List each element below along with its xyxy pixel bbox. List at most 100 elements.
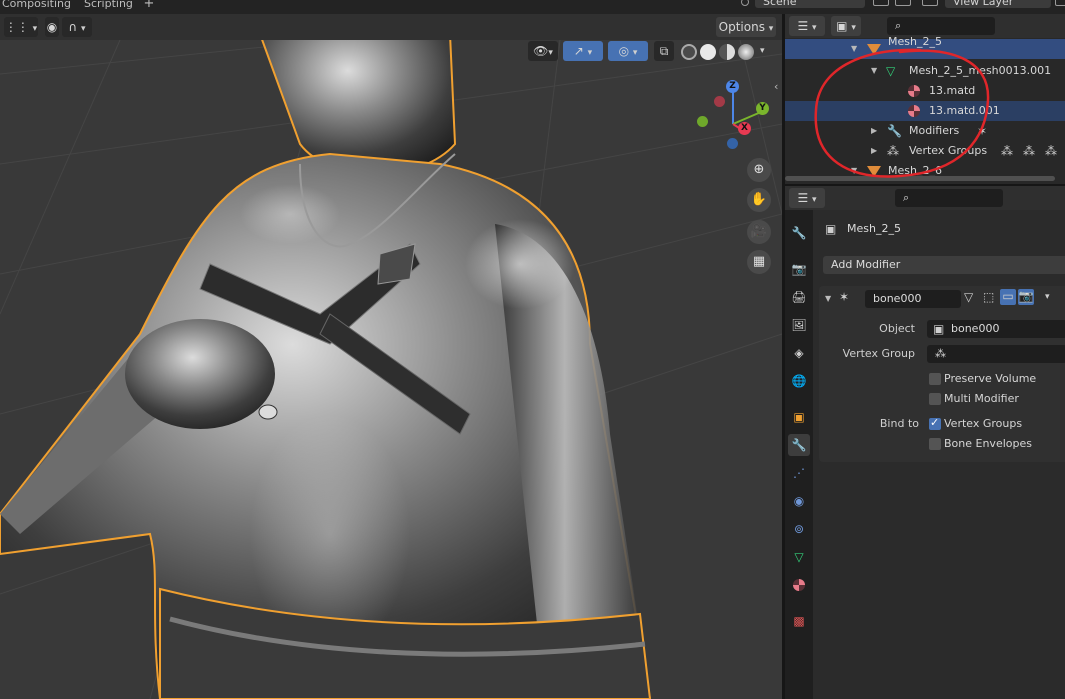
material-tab-icon[interactable]	[788, 574, 810, 596]
properties-tabs: 🔧 📷 🖨 🖼 ◈ 🌐 ▣ 🔧 ⋰ ◉ ⊚ ▽ ▩	[785, 210, 813, 699]
shading-chevron-icon[interactable]: ▾	[760, 46, 765, 56]
show-render-icon[interactable]: 📷	[1018, 289, 1034, 305]
outliner-row-modifiers[interactable]: ▶ 🔧 Modifiers ✶	[785, 121, 1065, 141]
falloff-curve-icon: ∩	[68, 20, 78, 34]
preserve-volume-checkbox[interactable]	[929, 373, 941, 385]
workspace-bar: Compositing Scripting + Scene View Layer	[0, 0, 1065, 14]
add-workspace-button[interactable]: +	[140, 0, 158, 11]
hand-pan-icon[interactable]: ✋	[747, 188, 771, 212]
select-mode-icon: ⋮⋮	[4, 20, 29, 34]
armature-bone-icon: ✶	[839, 290, 850, 304]
object-tab-icon[interactable]: ▣	[788, 406, 810, 428]
area-divider-horizontal[interactable]	[785, 184, 1065, 186]
bone-envelopes-checkbox[interactable]	[929, 438, 941, 450]
modifier-menu-chevron-icon[interactable]: ▾	[1045, 292, 1050, 302]
outliner-row-label: Modifiers	[909, 124, 960, 137]
vertex-group-icon: ⁂	[935, 347, 946, 360]
modifier-name-field[interactable]: bone000	[865, 290, 961, 308]
collapse-triangle-icon[interactable]: ▼	[851, 39, 857, 59]
collapse-triangle-icon[interactable]: ▼	[871, 61, 877, 81]
expand-triangle-icon[interactable]: ▶	[871, 141, 877, 161]
filter-icon[interactable]	[1055, 0, 1065, 6]
zoom-icon[interactable]: ⊕	[747, 158, 771, 182]
material-preview-icon[interactable]	[719, 44, 735, 60]
xray-toggle[interactable]: ⧉	[654, 41, 674, 61]
view-layer-field[interactable]: View Layer	[945, 0, 1051, 8]
gizmo-x-axis[interactable]: X	[738, 122, 751, 135]
mesh-data-tab-icon[interactable]: ▽	[788, 546, 810, 568]
outliner-row-label: Mesh_2_5	[888, 35, 942, 48]
render-tab-icon[interactable]: 📷	[788, 258, 810, 280]
grid-perspective-icon[interactable]: ▦	[747, 250, 771, 274]
multi-modifier-label: Multi Modifier	[944, 392, 1019, 405]
tab-compositing[interactable]: Compositing	[0, 0, 77, 11]
3d-viewport[interactable]: ⋮⋮ ▾ ◉ ∩ ▾ Options ▾ 👁▾ ↗ ▾ ◎ ▾ ⧉ ▾ ‹ Z …	[0, 14, 782, 699]
physics-tab-icon[interactable]: ◉	[788, 490, 810, 512]
options-label: Options	[718, 20, 765, 34]
overlay-toggle[interactable]: ◎ ▾	[608, 41, 648, 61]
vertex-groups-checkbox[interactable]	[929, 416, 941, 430]
area-divider-vertical[interactable]	[782, 14, 785, 699]
gizmo-y-axis[interactable]: Y	[756, 102, 769, 115]
gizmo-neg-x[interactable]	[714, 96, 725, 107]
world-tab-icon[interactable]: 🌐	[788, 370, 810, 392]
edit-mode-cage-icon[interactable]: ▽	[964, 290, 973, 304]
particles-tab-icon[interactable]: ⋰	[788, 462, 810, 484]
sidebar-toggle-chevron-icon[interactable]: ‹	[774, 80, 778, 93]
tool-tab-icon[interactable]: 🔧	[788, 222, 810, 244]
gizmo-neg-z[interactable]	[727, 138, 738, 149]
chevron-down-icon: ▾	[768, 24, 774, 34]
output-tab-icon[interactable]: 🖨	[788, 286, 810, 308]
outliner-row-material-selected[interactable]: 13.matd.001	[785, 101, 1065, 121]
gizmo-neg-y[interactable]	[697, 116, 708, 127]
falloff-button[interactable]: ∩ ▾	[62, 17, 92, 37]
outliner-row-label: Mesh_2_5_mesh0013.001	[909, 64, 1052, 77]
gizmo-toggle[interactable]: ↗ ▾	[563, 41, 603, 61]
outliner-row-vertex-groups[interactable]: ▶ ⁂ Vertex Groups ⁂ ⁂ ⁂	[785, 141, 1065, 161]
display-mode-button[interactable]: ☰ ▾	[789, 16, 825, 36]
gizmo-z-axis[interactable]: Z	[726, 80, 739, 93]
add-modifier-button[interactable]: Add Modifier	[823, 256, 1065, 274]
modifier-tab-icon[interactable]: 🔧	[788, 434, 810, 456]
on-cage-icon[interactable]: ⬚	[983, 290, 994, 304]
outliner-row-object[interactable]: ▼ Mesh_2_5	[785, 35, 1065, 59]
vertex-group-field[interactable]: ⁂	[927, 345, 1065, 363]
object-label: Object	[879, 322, 915, 335]
outliner-scrollbar[interactable]	[785, 176, 1055, 181]
view-layer-tab-icon[interactable]: 🖼	[788, 314, 810, 336]
chevron-down-icon: ▾	[812, 195, 817, 205]
camera-icon[interactable]: 🎥	[747, 220, 771, 244]
editor-type-button[interactable]: ⋮⋮ ▾	[4, 17, 38, 37]
properties-editor-button[interactable]: ☰ ▾	[789, 188, 825, 208]
object-square-icon: ▣	[933, 322, 945, 336]
scene-field[interactable]: Scene	[755, 0, 865, 8]
constraints-tab-icon[interactable]: ⊚	[788, 518, 810, 540]
multi-modifier-checkbox[interactable]	[929, 393, 941, 405]
texture-tab-icon[interactable]: ▩	[788, 610, 810, 632]
character-mesh[interactable]	[0, 14, 652, 699]
viewport-header: ⋮⋮ ▾ ◉ ∩ ▾ Options ▾	[0, 14, 782, 40]
show-viewport-icon[interactable]: ▭	[1000, 289, 1016, 305]
filter-mode-button[interactable]: ▣ ▾	[831, 16, 861, 36]
search-icon: ⌕	[903, 191, 910, 204]
rendered-shading-icon[interactable]	[738, 44, 754, 60]
expand-triangle-icon[interactable]: ▶	[871, 121, 877, 141]
vertex-group-icon: ⁂	[1045, 144, 1057, 158]
xray-icon: ⧉	[659, 44, 669, 58]
delete-scene-icon[interactable]	[895, 0, 911, 6]
object-field[interactable]: ▣ bone000	[927, 320, 1065, 338]
proportional-editing-button[interactable]: ◉	[45, 17, 59, 37]
solid-shading-icon[interactable]	[700, 44, 716, 60]
collapse-triangle-icon[interactable]: ▼	[825, 294, 831, 303]
wireframe-shading-icon[interactable]	[681, 44, 697, 60]
properties-search-input[interactable]: ⌕	[895, 189, 1003, 207]
scene-tab-icon[interactable]: ◈	[788, 342, 810, 364]
options-dropdown[interactable]: Options ▾	[716, 17, 776, 37]
outliner-row-label: Vertex Groups	[909, 144, 988, 157]
new-scene-icon[interactable]	[873, 0, 889, 6]
tab-scripting[interactable]: Scripting	[78, 0, 139, 11]
outliner-row-mesh-data[interactable]: ▼ ▽ Mesh_2_5_mesh0013.001	[785, 61, 1065, 81]
viewport-scene[interactable]	[0, 14, 782, 699]
visibility-button[interactable]: 👁▾	[528, 41, 558, 61]
outliner-row-material[interactable]: 13.matd	[785, 81, 1065, 101]
